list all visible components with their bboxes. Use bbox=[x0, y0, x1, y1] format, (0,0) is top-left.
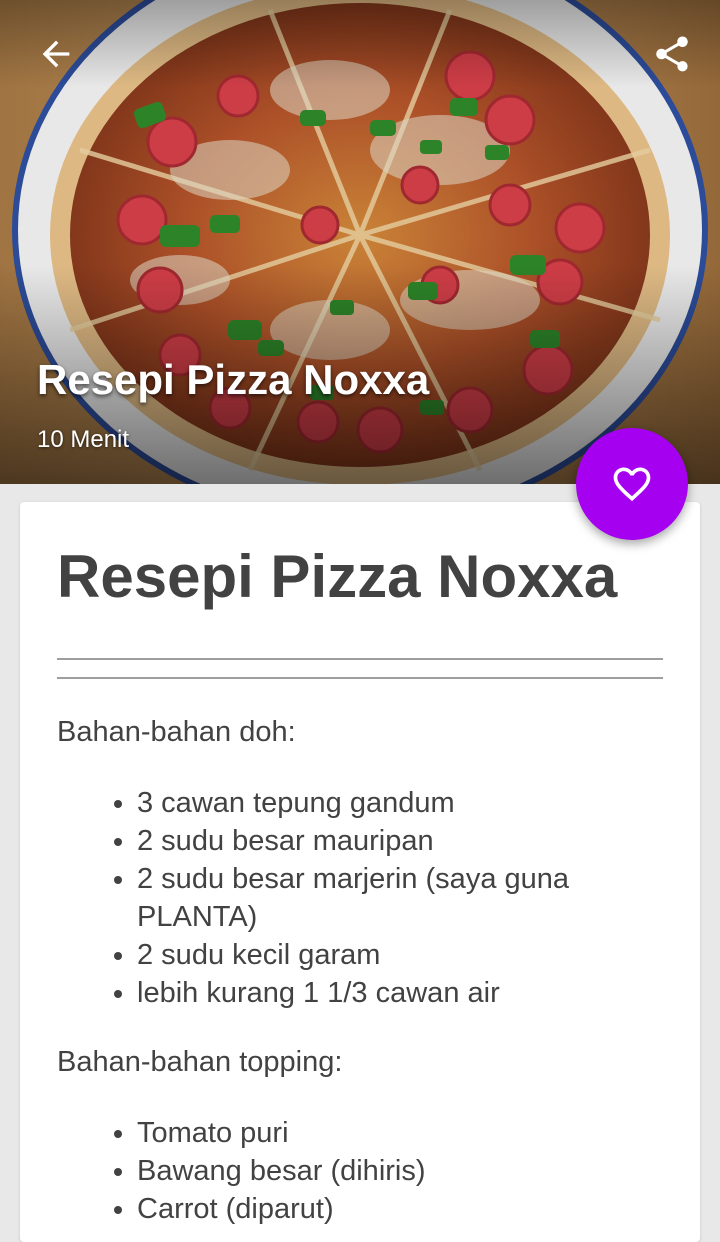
share-button[interactable] bbox=[640, 22, 704, 86]
share-icon bbox=[656, 36, 688, 72]
favorite-button[interactable] bbox=[576, 428, 688, 540]
hero-recipe-title: Resepi Pizza Noxxa bbox=[37, 356, 430, 403]
back-button[interactable] bbox=[24, 22, 88, 86]
recipe-hero-image: Resepi Pizza Noxxa 10 Menit bbox=[0, 0, 720, 484]
recipe-title: Resepi Pizza Noxxa bbox=[57, 543, 618, 610]
list-item: 2 sudu besar marjerin (saya guna PLANTA) bbox=[137, 860, 657, 936]
list-item: 3 cawan tepung gandum bbox=[137, 784, 657, 822]
heart-outline-icon bbox=[613, 467, 651, 502]
list-item: 2 sudu besar mauripan bbox=[137, 822, 657, 860]
list-item: Carrot (diparut) bbox=[137, 1190, 657, 1228]
divider bbox=[57, 658, 663, 660]
arrow-back-icon bbox=[42, 40, 70, 68]
hero-gradient-overlay bbox=[0, 0, 720, 484]
ingredient-list-topping: Tomato puri Bawang besar (dihiris) Carro… bbox=[57, 1114, 657, 1228]
ingredient-list-dough: 3 cawan tepung gandum 2 sudu besar mauri… bbox=[57, 784, 657, 1012]
list-item: Tomato puri bbox=[137, 1114, 657, 1152]
list-item: lebih kurang 1 1/3 cawan air bbox=[137, 974, 657, 1012]
divider bbox=[57, 677, 663, 679]
section-label-dough: Bahan-bahan doh: bbox=[57, 716, 296, 748]
cooking-duration: 10 Menit bbox=[37, 426, 130, 453]
list-item: Bawang besar (dihiris) bbox=[137, 1152, 657, 1190]
section-label-topping: Bahan-bahan topping: bbox=[57, 1046, 343, 1078]
recipe-content-card: Resepi Pizza Noxxa Bahan-bahan doh: 3 ca… bbox=[20, 502, 700, 1242]
list-item: 2 sudu kecil garam bbox=[137, 936, 657, 974]
